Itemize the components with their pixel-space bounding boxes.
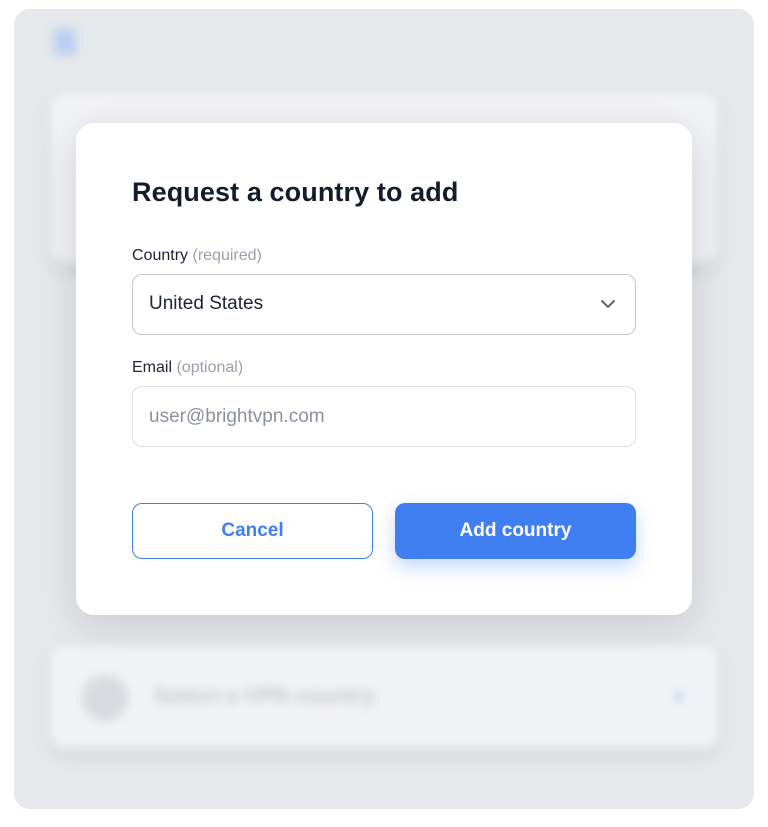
email-label-text: Email [132,359,173,376]
request-country-modal: Request a country to add Country (requir… [76,123,692,615]
modal-title: Request a country to add [132,177,459,207]
email-field-label: Email (optional) [132,359,243,377]
chevron-down-icon [601,300,615,308]
country-required-hint: (required) [192,247,262,264]
country-field-label: Country (required) [132,247,262,265]
globe-icon [82,675,128,721]
email-optional-hint: (optional) [176,359,244,376]
chevron-down-icon: ▼ [672,689,686,705]
email-input[interactable] [132,386,636,447]
cancel-button[interactable]: Cancel [132,503,373,559]
country-select-value: United States [149,293,264,314]
country-select[interactable]: United States [132,274,636,335]
country-label-text: Country [132,247,189,264]
vpn-country-selector: Select a VPN country ▼ [50,645,718,749]
menu-icon [54,29,76,55]
add-country-button[interactable]: Add country [395,503,636,559]
vpn-country-selector-label: Select a VPN country [154,683,376,708]
